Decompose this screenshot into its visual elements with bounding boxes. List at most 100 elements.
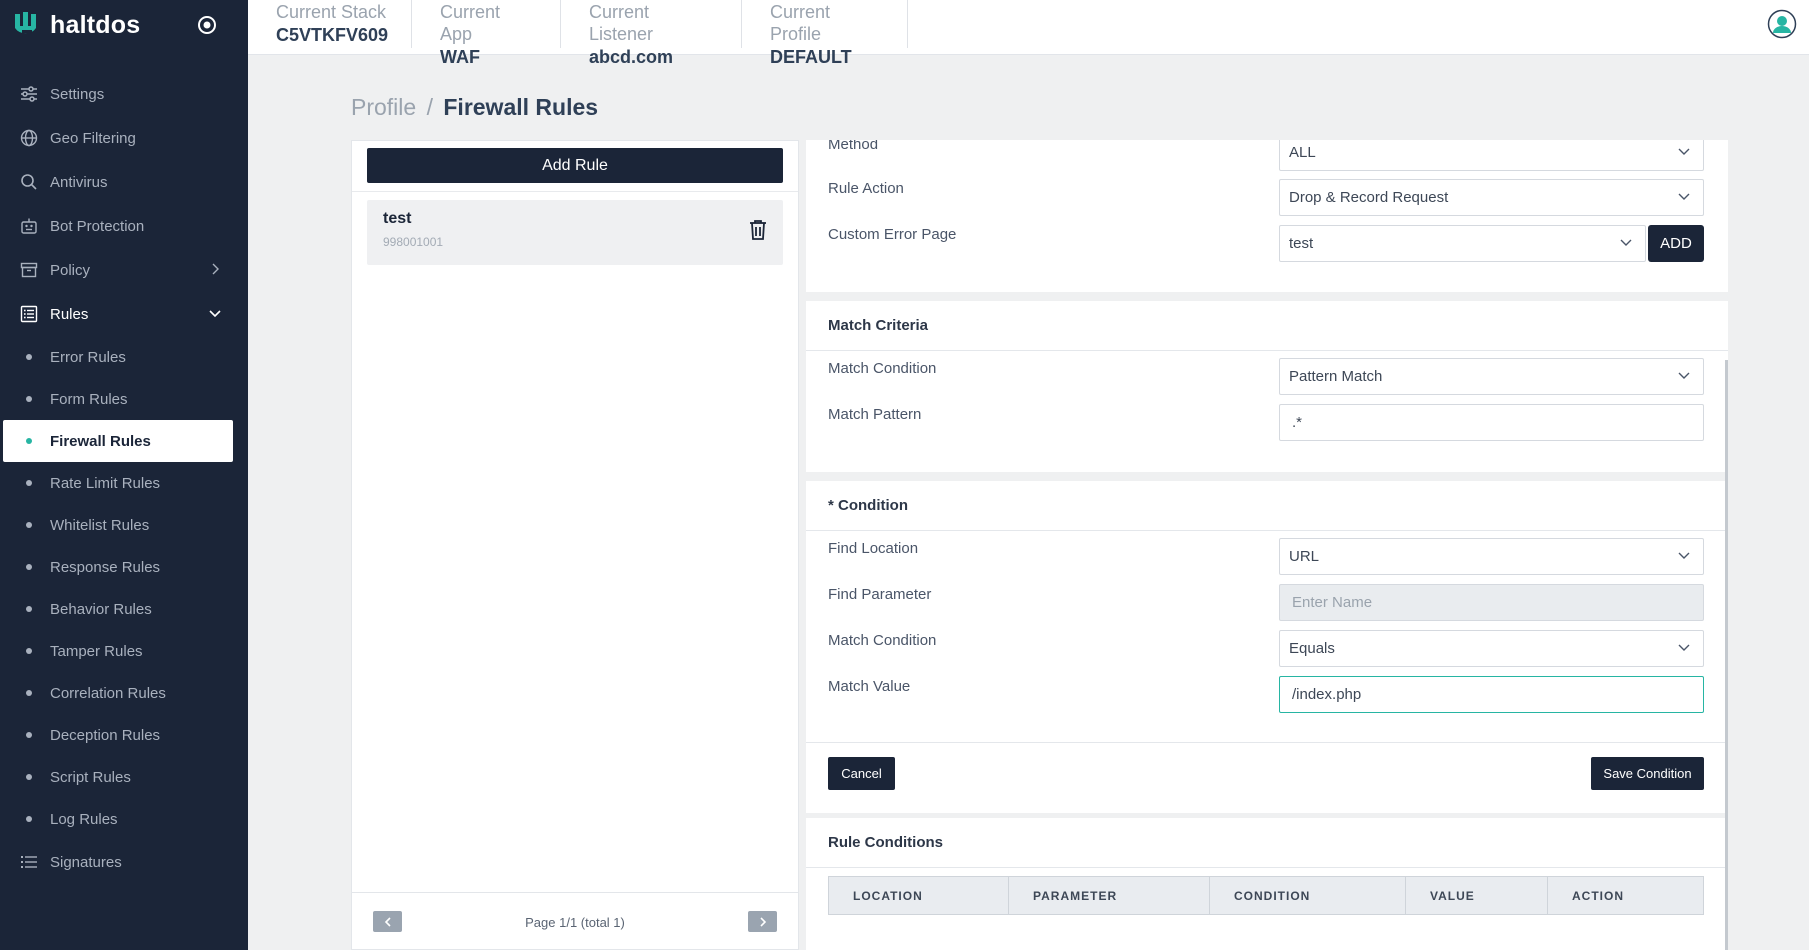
match-value-text: /index.php (1292, 686, 1362, 703)
sidebar-item-geo-filtering[interactable]: Geo Filtering (0, 116, 248, 160)
match-criteria-title: Match Criteria (806, 301, 1728, 351)
sidebar-subitem-error-rules[interactable]: Error Rules (0, 336, 248, 378)
user-avatar-icon[interactable] (1767, 9, 1797, 39)
sidebar-subitem-label: Deception Rules (50, 726, 161, 744)
bullet-icon (26, 690, 32, 696)
sidebar-subitem-behavior-rules[interactable]: Behavior Rules (0, 588, 248, 630)
current-app-value: WAF (440, 47, 480, 67)
match-condition-value: Pattern Match (1289, 368, 1383, 385)
chevron-right-icon (759, 916, 766, 927)
match-value-input[interactable]: /index.php (1279, 676, 1704, 713)
current-listener-selector[interactable]: Current Listener abcd.com (561, 0, 742, 67)
cancel-button[interactable]: Cancel (828, 757, 895, 790)
sidebar-subitem-rate-limit-rules[interactable]: Rate Limit Rules (0, 462, 248, 504)
divider (806, 742, 1728, 743)
match-value-label: Match Value (828, 678, 911, 695)
sidebar-subitem-form-rules[interactable]: Form Rules (0, 378, 248, 420)
column-header: VALUE (1406, 877, 1548, 914)
find-location-label: Find Location (828, 540, 919, 557)
column-header: CONDITION (1210, 877, 1406, 914)
sidebar-subitem-log-rules[interactable]: Log Rules (0, 798, 248, 840)
current-app-selector[interactable]: Current App WAF (412, 0, 561, 67)
column-header: LOCATION (829, 877, 1009, 914)
sidebar-item-settings[interactable]: Settings (0, 72, 248, 116)
sidebar-subitem-whitelist-rules[interactable]: Whitelist Rules (0, 504, 248, 546)
sidebar-item-label: Rules (50, 305, 89, 323)
trash-icon[interactable] (749, 219, 767, 241)
sidebar-item-bot-protection[interactable]: Bot Protection (0, 204, 248, 248)
sidebar-item-label: Settings (50, 85, 105, 103)
current-stack-selector[interactable]: Current Stack C5VTKFV609 (248, 0, 412, 48)
sidebar-subitem-label: Response Rules (50, 558, 161, 576)
sidebar-item-policy[interactable]: Policy (0, 248, 248, 292)
divider (352, 191, 798, 192)
add-rule-button[interactable]: Add Rule (367, 148, 783, 183)
sidebar-subitem-label: Form Rules (50, 390, 128, 408)
bullet-icon (26, 564, 32, 570)
sidebar-item-label: Signatures (50, 853, 122, 871)
page-title: Firewall Rules (443, 94, 599, 120)
rule-list-item[interactable]: test 998001001 (367, 200, 783, 265)
bullet-icon (26, 774, 32, 780)
chevron-down-icon (1678, 372, 1690, 379)
editor-scrollbar[interactable] (1725, 360, 1728, 950)
rule-conditions-title: Rule Conditions (806, 818, 1728, 868)
rule-list-panel: Add Rule test 998001001 Page 1/1 (total … (351, 140, 799, 950)
save-condition-button[interactable]: Save Condition (1591, 757, 1704, 790)
find-parameter-input[interactable]: Enter Name (1279, 584, 1704, 621)
sliders-icon (20, 85, 38, 103)
sidebar-subitem-label: Firewall Rules (50, 432, 151, 450)
chevron-right-icon (212, 263, 219, 275)
breadcrumb-separator: / (426, 94, 433, 120)
sidebar-subitem-tamper-rules[interactable]: Tamper Rules (0, 630, 248, 672)
next-page-button[interactable] (748, 911, 777, 932)
breadcrumb-parent[interactable]: Profile (351, 94, 416, 120)
sidebar-item-antivirus[interactable]: Antivirus (0, 160, 248, 204)
rule-id: 998001001 (383, 235, 444, 249)
match-condition-select[interactable]: Pattern Match (1279, 358, 1704, 395)
sidebar-subitem-response-rules[interactable]: Response Rules (0, 546, 248, 588)
method-select[interactable]: ALL (1279, 140, 1704, 171)
condition-match-select[interactable]: Equals (1279, 630, 1704, 667)
target-settings-icon[interactable] (196, 14, 218, 36)
rule-conditions-table-header: LOCATION PARAMETER CONDITION VALUE ACTIO… (828, 876, 1704, 915)
find-parameter-placeholder: Enter Name (1292, 594, 1373, 611)
current-stack-value: C5VTKFV609 (276, 25, 389, 45)
sidebar-item-signatures[interactable]: Signatures (0, 840, 248, 884)
condition-match-label: Match Condition (828, 632, 937, 649)
haltdos-logo-icon (15, 12, 36, 34)
rule-editor: Method ALL Rule Action Drop & Record Req… (806, 140, 1728, 950)
sidebar-item-label: Geo Filtering (50, 129, 136, 147)
find-location-value: URL (1289, 548, 1320, 565)
sidebar-subitem-deception-rules[interactable]: Deception Rules (0, 714, 248, 756)
rule-action-select[interactable]: Drop & Record Request (1279, 179, 1704, 216)
match-criteria-card: Match Criteria Match Condition Pattern M… (806, 301, 1728, 472)
sidebar-item-rules[interactable]: Rules (0, 292, 248, 336)
current-profile-selector[interactable]: Current Profile DEFAULT (742, 0, 908, 67)
pagination: Page 1/1 (total 1) (352, 892, 798, 950)
list-icon (20, 305, 38, 323)
archive-icon (20, 261, 38, 279)
bullet-icon (26, 396, 32, 402)
custom-error-page-select[interactable]: test (1279, 225, 1646, 262)
sidebar-subitem-correlation-rules[interactable]: Correlation Rules (0, 672, 248, 714)
robot-icon (20, 217, 38, 235)
sidebar-subitem-label: Correlation Rules (50, 684, 166, 702)
sidebar-item-label: Policy (50, 261, 91, 279)
column-header: ACTION (1572, 888, 1624, 903)
sidebar-subitem-script-rules[interactable]: Script Rules (0, 756, 248, 798)
brand[interactable]: haltdos (12, 8, 140, 42)
match-pattern-input[interactable]: .* (1279, 404, 1704, 441)
sidebar-subitem-label: Behavior Rules (50, 600, 152, 618)
add-error-page-button[interactable]: ADD (1648, 225, 1704, 262)
find-location-select[interactable]: URL (1279, 538, 1704, 575)
sidebar-item-label: Bot Protection (50, 217, 145, 235)
sidebar-subitem-firewall-rules[interactable]: Firewall Rules (3, 420, 233, 462)
search-icon (20, 173, 38, 191)
bullet-icon (26, 354, 32, 360)
custom-error-page-value: test (1289, 235, 1314, 252)
find-parameter-label: Find Parameter (828, 586, 932, 603)
current-listener-label: Current Listener (589, 2, 654, 44)
sidebar-subitem-label: Script Rules (50, 768, 131, 786)
page-indicator: Page 1/1 (total 1) (525, 915, 625, 930)
